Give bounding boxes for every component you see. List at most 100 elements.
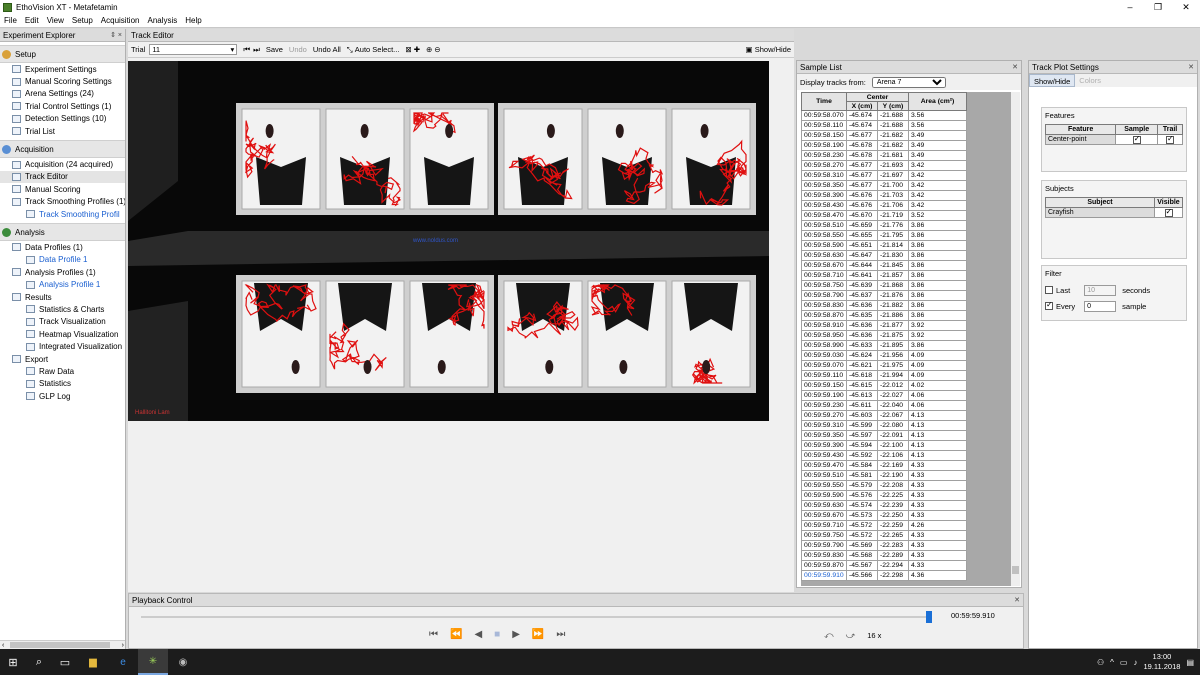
table-row[interactable]: 00:59:58.710 -45.641 -21.857 3.86: [801, 270, 967, 281]
menu-acquisition[interactable]: Acquisition: [101, 16, 140, 25]
section-analysis[interactable]: Analysis: [0, 223, 125, 242]
table-row[interactable]: 00:59:58.550 -45.655 -21.795 3.86: [801, 230, 967, 241]
table-row[interactable]: 00:59:59.430 -45.592 -22.106 4.13: [801, 450, 967, 461]
select-area-icon[interactable]: ⊠: [405, 45, 411, 54]
notifications-icon[interactable]: ▤: [1186, 658, 1194, 667]
col-time[interactable]: Time: [801, 92, 847, 111]
show-hide-button[interactable]: ▣ Show/Hide: [746, 45, 791, 54]
playback-slider[interactable]: [141, 616, 931, 618]
file-explorer-icon[interactable]: ▆: [78, 649, 108, 675]
tab-show-hide[interactable]: Show/Hide: [1029, 74, 1076, 87]
explorer-pin-close[interactable]: ⇕ ×: [110, 31, 122, 39]
setup-item[interactable]: Manual Scoring Settings: [0, 75, 125, 87]
zoom-in-icon[interactable]: ⊕: [426, 45, 432, 54]
analysis-item[interactable]: Heatmap Visualization: [0, 328, 125, 340]
menu-file[interactable]: File: [4, 16, 17, 25]
col-y[interactable]: Y (cm): [877, 101, 909, 111]
feature-row-center-point[interactable]: Center-point: [1044, 134, 1183, 145]
table-row[interactable]: 00:59:59.510 -45.581 -22.190 4.33: [801, 470, 967, 481]
table-row[interactable]: 00:59:59.630 -45.574 -22.239 4.33: [801, 500, 967, 511]
col-area[interactable]: Area (cm²): [908, 92, 967, 111]
close-icon[interactable]: ✕: [1014, 596, 1020, 604]
people-icon[interactable]: ⚇: [1097, 658, 1104, 667]
table-row[interactable]: 00:59:59.390 -45.594 -22.100 4.13: [801, 440, 967, 451]
table-row[interactable]: 00:59:58.110 -45.674 -21.688 3.56: [801, 120, 967, 131]
media-app-icon[interactable]: ◉: [168, 649, 198, 675]
slower-icon[interactable]: ⤺: [824, 630, 834, 641]
table-row[interactable]: 00:59:59.470 -45.584 -22.169 4.33: [801, 460, 967, 471]
analysis-item[interactable]: Track Visualization: [0, 316, 125, 328]
table-row[interactable]: 00:59:58.670 -45.644 -21.845 3.86: [801, 260, 967, 271]
table-row[interactable]: 00:59:58.230 -45.678 -21.681 3.49: [801, 150, 967, 161]
setup-item[interactable]: Arena Settings (24): [0, 88, 125, 100]
table-row[interactable]: 00:59:58.310 -45.677 -21.697 3.42: [801, 170, 967, 181]
analysis-item[interactable]: Export: [0, 353, 125, 365]
menu-analysis[interactable]: Analysis: [147, 16, 177, 25]
taskbar-clock[interactable]: 13:00 19.11.2018: [1143, 652, 1180, 672]
table-row[interactable]: 00:59:59.870 -45.567 -22.294 4.33: [801, 560, 967, 571]
last-checkbox[interactable]: [1045, 286, 1053, 294]
analysis-item[interactable]: Statistics: [0, 378, 125, 390]
arena-select[interactable]: Arena 7: [871, 76, 946, 88]
playback-slider-thumb[interactable]: [925, 611, 932, 623]
acquisition-item[interactable]: Manual Scoring: [0, 183, 125, 195]
sample-vscrollbar[interactable]: [1011, 92, 1020, 586]
table-row[interactable]: 00:59:59.350 -45.597 -22.091 4.13: [801, 430, 967, 441]
table-row[interactable]: 00:59:59.070 -45.621 -21.975 4.09: [801, 360, 967, 371]
visible-checkbox[interactable]: [1164, 207, 1173, 217]
first-trial-icon[interactable]: ⏮: [243, 45, 250, 55]
table-row[interactable]: 00:59:58.630 -45.647 -21.830 3.86: [801, 250, 967, 261]
trial-select[interactable]: 11 ▾: [149, 44, 238, 55]
table-row[interactable]: 00:59:58.990 -45.633 -21.895 3.86: [801, 340, 967, 351]
maximize-button[interactable]: ❐: [1144, 0, 1172, 14]
acquisition-item[interactable]: Track Smoothing Profiles (1): [0, 196, 125, 208]
last-input[interactable]: 10: [1084, 284, 1117, 296]
stop-icon[interactable]: ■: [494, 629, 500, 640]
menu-edit[interactable]: Edit: [25, 16, 39, 25]
setup-item[interactable]: Detection Settings (10): [0, 113, 125, 125]
table-row[interactable]: 00:59:58.070 -45.674 -21.688 3.56: [801, 110, 967, 121]
faster-icon[interactable]: ⤻: [846, 630, 856, 641]
col-x[interactable]: X (cm): [846, 101, 878, 111]
tab-colors[interactable]: Colors: [1075, 74, 1105, 87]
table-row[interactable]: 00:59:58.830 -45.636 -21.882 3.86: [801, 300, 967, 311]
scroll-thumb[interactable]: [10, 642, 110, 648]
table-row[interactable]: 00:59:58.430 -45.676 -21.706 3.42: [801, 200, 967, 211]
save-button[interactable]: Save: [266, 45, 283, 54]
table-row[interactable]: 00:59:59.670 -45.573 -22.250 4.33: [801, 510, 967, 521]
table-row[interactable]: 00:59:59.590 -45.576 -22.225 4.33: [801, 490, 967, 501]
minimize-button[interactable]: –: [1116, 0, 1144, 14]
network-icon[interactable]: ▭: [1120, 658, 1128, 667]
last-trial-icon[interactable]: ⏭: [253, 45, 260, 55]
volume-icon[interactable]: ♪: [1133, 658, 1137, 667]
zoom-out-icon[interactable]: ⊖: [434, 45, 440, 54]
close-button[interactable]: ✕: [1172, 0, 1200, 14]
table-row[interactable]: 00:59:58.190 -45.678 -21.682 3.49: [801, 140, 967, 151]
table-row[interactable]: 00:59:59.830 -45.568 -22.289 4.33: [801, 550, 967, 561]
close-icon[interactable]: ✕: [1012, 63, 1018, 71]
table-row[interactable]: 00:59:59.790 -45.569 -22.283 4.33: [801, 540, 967, 551]
trail-checkbox[interactable]: [1166, 134, 1175, 144]
undo-button[interactable]: Undo: [289, 45, 307, 54]
table-row[interactable]: 00:59:59.110 -45.618 -21.994 4.09: [801, 370, 967, 381]
table-row[interactable]: 00:59:59.910 -45.566 -22.298 4.36: [801, 570, 967, 581]
auto-select-button[interactable]: Auto Select...: [355, 45, 400, 54]
menu-setup[interactable]: Setup: [72, 16, 93, 25]
table-row[interactable]: 00:59:58.590 -45.651 -21.814 3.86: [801, 240, 967, 251]
table-row[interactable]: 00:59:58.910 -45.636 -21.877 3.92: [801, 320, 967, 331]
acquisition-item[interactable]: Acquisition (24 acquired): [0, 158, 125, 170]
table-row[interactable]: 00:59:58.510 -45.659 -21.776 3.86: [801, 220, 967, 231]
scroll-right-icon[interactable]: ›: [122, 642, 124, 649]
step-forward-fast-icon[interactable]: ⏩: [532, 629, 544, 640]
analysis-item[interactable]: GLP Log: [0, 390, 125, 402]
play-backward-icon[interactable]: ◀: [474, 629, 482, 640]
ethovision-taskbar-icon[interactable]: ✳: [138, 649, 168, 675]
scroll-left-icon[interactable]: ‹: [2, 642, 4, 649]
table-row[interactable]: 00:59:58.150 -45.677 -21.682 3.49: [801, 130, 967, 141]
table-row[interactable]: 00:59:59.310 -45.599 -22.080 4.13: [801, 420, 967, 431]
task-view-icon[interactable]: ▭: [52, 649, 78, 675]
setup-item[interactable]: Trial List: [0, 125, 125, 137]
analysis-item[interactable]: Data Profiles (1): [0, 241, 125, 253]
undo-all-button[interactable]: Undo All: [313, 45, 341, 54]
table-row[interactable]: 00:59:58.870 -45.635 -21.886 3.86: [801, 310, 967, 321]
